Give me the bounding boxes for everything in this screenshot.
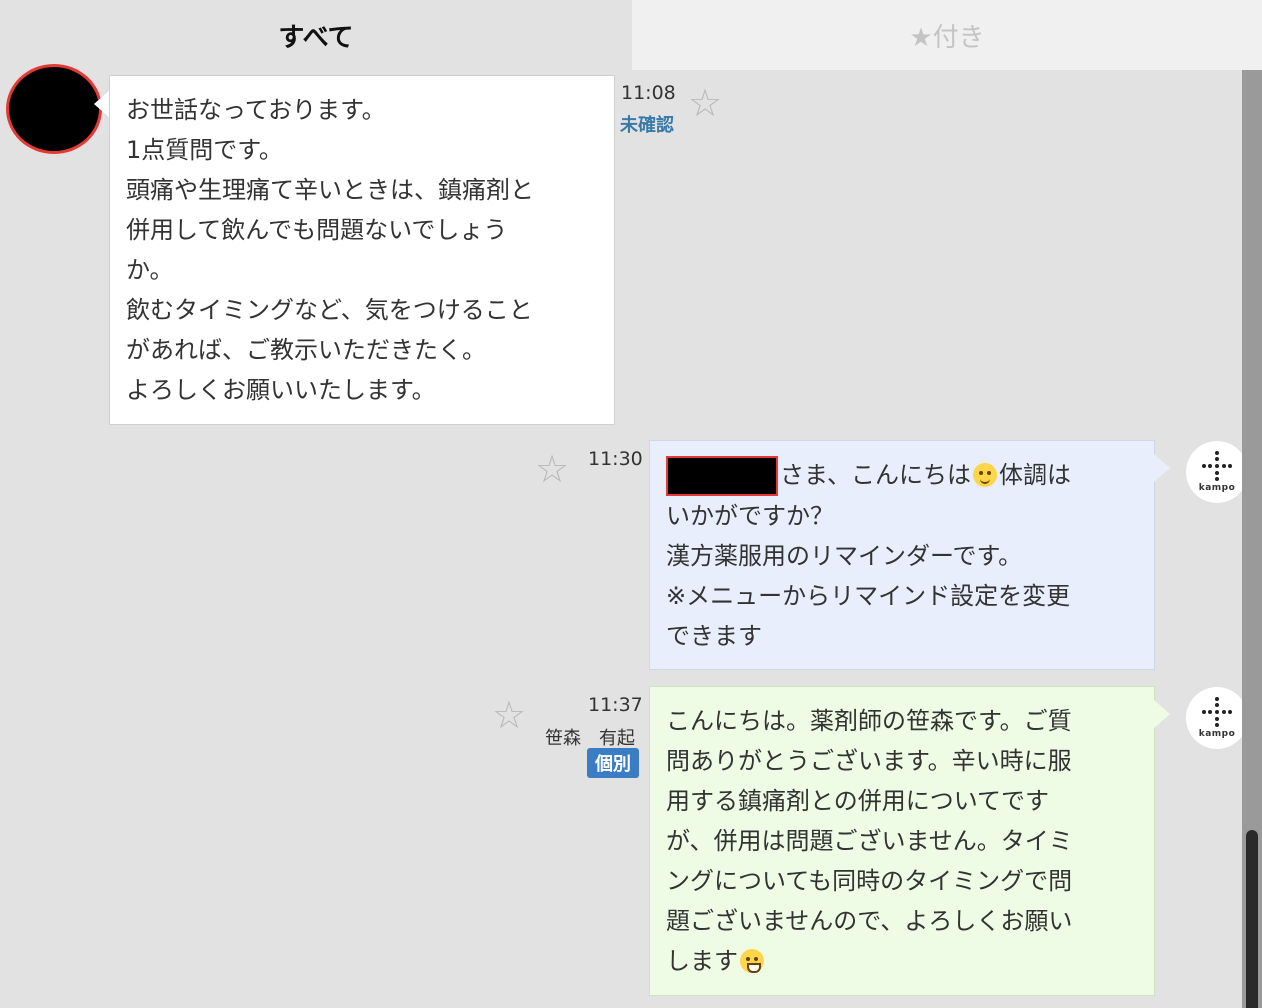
message-time: 11:37 — [588, 694, 643, 716]
message-time: 11:08 — [621, 82, 676, 104]
individual-badge: 個別 — [587, 748, 639, 778]
pharmacist-message-bubble: こんにちは。薬剤師の笹森です。ご質 問ありがとうございます。辛い時に服 用する鎮… — [649, 686, 1155, 996]
reminder-message-bubble: さま、こんにちは 体調は いかがですか？ 漢方薬服用のリマインダーです。 ※メニュ… — [649, 440, 1155, 670]
bubble-tail — [1154, 700, 1170, 728]
kampo-logo-icon — [1202, 697, 1232, 727]
kampo-avatar: kampo — [1186, 441, 1248, 503]
unread-status: 未確認 — [620, 115, 674, 136]
star-icon[interactable]: ☆ — [688, 84, 722, 122]
smiling-face-icon — [973, 463, 998, 487]
message-time: 11:30 — [588, 448, 643, 470]
message-text-part: さま、こんにちは — [780, 461, 972, 489]
scrollbar-thumb[interactable] — [1246, 830, 1258, 1008]
grinning-face-icon — [740, 949, 764, 973]
tab-bar: すべて ★付き — [0, 0, 1262, 70]
kampo-logo-icon — [1202, 451, 1232, 481]
star-icon[interactable]: ☆ — [492, 696, 526, 734]
tab-all[interactable]: すべて — [0, 0, 632, 70]
kampo-label: kampo — [1198, 729, 1236, 739]
redacted-name — [666, 456, 778, 496]
kampo-label: kampo — [1198, 483, 1236, 493]
message-text: お世話なっております。 1点質問です。 頭痛や生理痛て辛いときは、鎮痛剤と 併用… — [126, 96, 534, 404]
bubble-tail — [94, 90, 110, 118]
bubble-tail — [1154, 454, 1170, 482]
star-icon[interactable]: ☆ — [535, 450, 569, 488]
kampo-avatar: kampo — [1186, 687, 1248, 749]
user-avatar — [6, 64, 102, 154]
incoming-message-bubble: お世話なっております。 1点質問です。 頭痛や生理痛て辛いときは、鎮痛剤と 併用… — [109, 75, 615, 425]
message-text: こんにちは。薬剤師の笹森です。ご質 問ありがとうございます。辛い時に服 用する鎮… — [666, 701, 1138, 981]
message-text: さま、こんにちは 体調は いかがですか？ 漢方薬服用のリマインダーです。 ※メニュ… — [666, 455, 1138, 656]
tab-starred[interactable]: ★付き — [632, 0, 1262, 70]
staff-name: 笹森 有起 — [545, 728, 635, 749]
message-text-part: こんにちは。薬剤師の笹森です。ご質 問ありがとうございます。辛い時に服 用する鎮… — [666, 707, 1073, 975]
